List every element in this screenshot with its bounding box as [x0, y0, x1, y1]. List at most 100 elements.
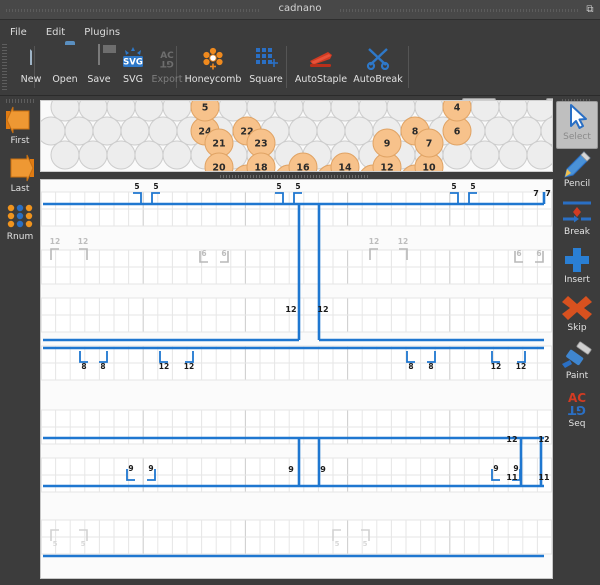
slice-helix-empty[interactable]	[471, 141, 499, 169]
insert-tool-label: Insert	[556, 275, 598, 285]
break-strand-icon	[556, 197, 598, 227]
slice-helix-empty[interactable]	[527, 141, 552, 169]
autostaple-button[interactable]: AutoStaple	[292, 43, 350, 91]
slice-helix-empty[interactable]	[289, 117, 317, 145]
slice-helix-empty[interactable]	[485, 117, 513, 145]
crossover-number-label: 12	[317, 305, 328, 314]
honeycomb-icon	[184, 45, 242, 71]
renumber-dots-icon	[0, 201, 40, 231]
honeycomb-button[interactable]: Honeycomb	[184, 43, 242, 91]
select-tool-button[interactable]: Select	[556, 101, 598, 149]
paint-tool-button[interactable]: Paint	[556, 341, 598, 389]
slice-helix-number: 7	[426, 139, 433, 150]
autobreak-button-label: AutoBreak	[352, 74, 404, 85]
toolbar-separator	[408, 46, 409, 88]
slice-helix-empty[interactable]	[121, 117, 149, 145]
scissors-icon	[352, 45, 404, 71]
slice-helix-empty[interactable]	[135, 141, 163, 169]
jump-first-icon	[0, 105, 40, 135]
pencil-icon	[556, 149, 598, 179]
slice-helix-empty[interactable]	[93, 117, 121, 145]
last-button-label: Last	[0, 184, 40, 194]
crossover-number-label: 9	[513, 464, 518, 473]
slice-view-canvas[interactable]: 242221232019181716151413121110987654	[41, 101, 552, 171]
slice-helix-number: 21	[212, 139, 225, 150]
crossover-number-label: 6	[516, 249, 521, 258]
slice-helix-empty[interactable]	[107, 141, 135, 169]
slice-helix-number: 23	[254, 139, 267, 150]
x-skip-icon	[556, 293, 598, 323]
cadnano-application-window: cadnano ⧉ File Edit Plugins New Open Sav…	[0, 0, 600, 585]
left-dock-drag-handle[interactable]	[6, 99, 34, 103]
crossover-number-label: 12	[285, 305, 296, 314]
crossover-number-label: 5	[335, 540, 340, 548]
crossover-number-label: 12	[50, 237, 60, 246]
select-tool-label: Select	[557, 132, 597, 142]
seq-tool-label: Seq	[556, 419, 598, 429]
crossover-number-label: 12	[369, 237, 379, 246]
crossover-number-label: 9	[148, 464, 153, 473]
svg-text:GT: GT	[567, 403, 586, 417]
crossover-number-label: 6	[221, 249, 226, 258]
crossover-number-label: 9	[288, 465, 294, 474]
crossover-number-label: 9	[493, 464, 498, 473]
restore-window-icon[interactable]: ⧉	[584, 4, 596, 16]
right-tool-dock: Select Pencil	[553, 97, 600, 585]
seq-tool-button[interactable]: AC GT Seq	[556, 389, 598, 437]
first-button[interactable]: First	[0, 105, 40, 153]
slice-helix-empty[interactable]	[149, 117, 177, 145]
svg-text:AC: AC	[568, 391, 586, 405]
crossover-number-label: 5	[81, 540, 86, 548]
svg-text:SVG: SVG	[123, 58, 143, 68]
slice-helix-empty[interactable]	[41, 117, 65, 145]
square-button[interactable]: Square	[244, 43, 288, 91]
svg-text:GT: GT	[159, 58, 173, 68]
slice-view[interactable]: 242221232019181716151413121110987654	[40, 100, 553, 172]
jump-last-icon	[0, 153, 40, 183]
crossover-number-label: 8	[428, 362, 433, 371]
slice-helix-empty[interactable]	[345, 117, 373, 145]
slice-helix-number: 10	[422, 163, 436, 172]
crossover-number-label: 12	[491, 362, 501, 371]
cursor-arrow-icon	[557, 102, 597, 132]
plus-insert-icon	[556, 245, 598, 275]
slice-helix-number: 16	[296, 163, 310, 172]
stapler-icon	[292, 45, 350, 71]
slice-helix-empty[interactable]	[499, 141, 527, 169]
main-toolbar: New Open Save SVG SVG	[0, 38, 600, 96]
slice-helix-number: 12	[380, 163, 393, 172]
menu-bar: File Edit Plugins	[0, 20, 600, 38]
path-view[interactable]: 5555551212661212668812128812129999555577…	[40, 179, 553, 579]
rnum-button-label: Rnum	[0, 232, 40, 242]
toolbar-drag-handle[interactable]	[2, 44, 7, 90]
crossover-number-label: 5	[363, 540, 368, 548]
slice-helix-number: 20	[212, 163, 226, 172]
slice-helix-empty[interactable]	[513, 117, 541, 145]
slice-helix-empty[interactable]	[79, 141, 107, 169]
window-title: cadnano	[0, 3, 600, 14]
slice-helix-empty[interactable]	[317, 117, 345, 145]
slice-helix-empty[interactable]	[163, 141, 191, 169]
slice-helix-number: 5	[202, 103, 209, 114]
autobreak-button[interactable]: AutoBreak	[352, 43, 404, 91]
skip-tool-button[interactable]: Skip	[556, 293, 598, 341]
window-title-bar: cadnano ⧉	[0, 0, 600, 20]
slice-helix-number: 18	[254, 163, 268, 172]
pencil-tool-button[interactable]: Pencil	[556, 149, 598, 197]
path-view-canvas[interactable]: 5555551212661212668812128812129999555577…	[41, 180, 552, 579]
slice-helix-empty[interactable]	[51, 141, 79, 169]
slice-helix-number: 14	[338, 163, 352, 172]
insert-tool-button[interactable]: Insert	[556, 245, 598, 293]
last-button[interactable]: Last	[0, 153, 40, 201]
rnum-button[interactable]: Rnum	[0, 201, 40, 249]
crossover-number-label: 12	[78, 237, 88, 246]
crossover-number-label: 11	[538, 473, 550, 482]
crossover-number-label: 12	[159, 362, 169, 371]
slice-helix-number: 4	[454, 103, 461, 114]
crossover-number-label: 5	[470, 182, 475, 191]
pencil-tool-label: Pencil	[556, 179, 598, 189]
paintbrush-icon	[556, 341, 598, 371]
break-tool-button[interactable]: Break	[556, 197, 598, 245]
slice-helix-empty[interactable]	[65, 117, 93, 145]
slice-helix-number: 9	[384, 139, 391, 150]
